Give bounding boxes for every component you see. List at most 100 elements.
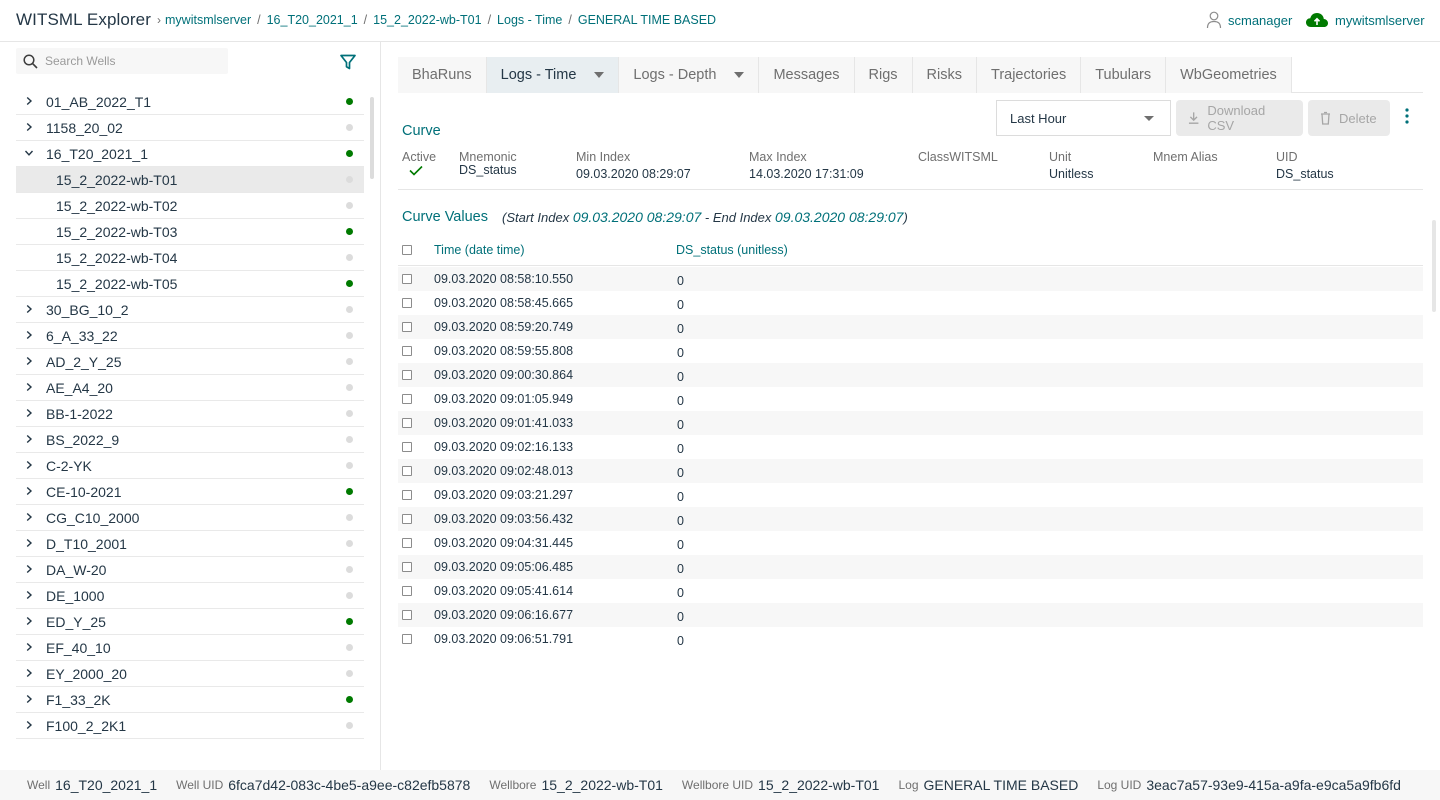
chevron-right-icon[interactable] [16, 485, 42, 499]
tab-tubulars[interactable]: Tubulars [1081, 57, 1167, 93]
chevron-right-icon[interactable] [16, 459, 42, 473]
filter-button[interactable] [339, 53, 357, 76]
wellbore-tree-item[interactable]: 15_2_2022-wb-T04 [16, 245, 364, 271]
row-checkbox[interactable] [402, 634, 412, 644]
wellbore-tree-item[interactable]: 15_2_2022-wb-T03 [16, 219, 364, 245]
tab-logs-depth[interactable]: Logs - Depth [619, 57, 760, 93]
table-row[interactable]: 09.03.2020 08:58:45.665 0 [398, 291, 1423, 315]
chevron-right-icon[interactable] [16, 511, 42, 525]
tab-logs-time[interactable]: Logs - Time [486, 57, 620, 93]
well-tree-item[interactable]: F1_33_2K [16, 687, 364, 713]
search-box[interactable] [16, 48, 228, 74]
breadcrumb-wellbore[interactable]: 15_2_2022-wb-T01 [373, 13, 481, 27]
table-row[interactable]: 09.03.2020 09:04:31.445 0 [398, 531, 1423, 555]
wellbore-tree-item[interactable]: 15_2_2022-wb-T01 [16, 167, 364, 193]
wellbore-tree-item[interactable]: 15_2_2022-wb-T05 [16, 271, 364, 297]
select-all-checkbox[interactable] [402, 245, 412, 255]
tab-risks[interactable]: Risks [912, 57, 977, 93]
download-csv-button[interactable]: Download CSV [1176, 100, 1303, 136]
breadcrumb-server[interactable]: mywitsmlserver [165, 13, 251, 27]
well-tree-item[interactable]: AD_2_Y_25 [16, 349, 364, 375]
search-input[interactable] [45, 54, 215, 68]
table-row[interactable]: 09.03.2020 08:59:20.749 0 [398, 315, 1423, 339]
table-row[interactable]: 09.03.2020 09:06:51.791 0 [398, 627, 1423, 651]
table-row[interactable]: 09.03.2020 09:05:06.485 0 [398, 555, 1423, 579]
table-row[interactable]: 09.03.2020 09:00:30.864 0 [398, 363, 1423, 387]
row-checkbox[interactable] [402, 490, 412, 500]
tab-bharuns[interactable]: BhaRuns [398, 57, 487, 93]
well-tree-item[interactable]: 16_T20_2021_1 [16, 141, 364, 167]
well-tree-item[interactable]: AE_A4_20 [16, 375, 364, 401]
time-range-select[interactable]: Last Hour [996, 100, 1171, 136]
table-row[interactable]: 09.03.2020 09:03:56.432 0 [398, 507, 1423, 531]
well-tree-item[interactable]: D_T10_2001 [16, 531, 364, 557]
tab-messages[interactable]: Messages [759, 57, 855, 93]
well-tree-item[interactable]: BB-1-2022 [16, 401, 364, 427]
chevron-right-icon[interactable] [16, 563, 42, 577]
well-tree-item[interactable]: BS_2022_9 [16, 427, 364, 453]
more-options-button[interactable] [1395, 100, 1419, 132]
row-checkbox[interactable] [402, 322, 412, 332]
chevron-right-icon[interactable] [16, 615, 42, 629]
chevron-right-icon[interactable] [16, 303, 42, 317]
wellbore-tree-item[interactable]: 15_2_2022-wb-T02 [16, 193, 364, 219]
breadcrumb-log[interactable]: GENERAL TIME BASED [578, 13, 716, 27]
delete-button[interactable]: Delete [1308, 100, 1390, 136]
chevron-right-icon[interactable] [16, 381, 42, 395]
well-tree-item[interactable]: CE-10-2021 [16, 479, 364, 505]
row-checkbox[interactable] [402, 394, 412, 404]
well-tree-item[interactable]: DA_W-20 [16, 557, 364, 583]
row-checkbox[interactable] [402, 466, 412, 476]
chevron-right-icon[interactable] [16, 693, 42, 707]
value-column-header[interactable]: DS_status (unitless) [676, 243, 788, 257]
table-row[interactable]: 09.03.2020 09:01:41.033 0 [398, 411, 1423, 435]
row-checkbox[interactable] [402, 586, 412, 596]
breadcrumb-object-group[interactable]: Logs - Time [497, 13, 562, 27]
well-tree-item[interactable]: ED_Y_25 [16, 609, 364, 635]
chevron-right-icon[interactable] [16, 329, 42, 343]
caret-down-icon[interactable] [594, 70, 605, 81]
table-row[interactable]: 09.03.2020 09:02:16.133 0 [398, 435, 1423, 459]
chevron-right-icon[interactable] [16, 589, 42, 603]
chevron-right-icon[interactable] [16, 433, 42, 447]
well-tree-item[interactable]: CG_C10_2000 [16, 505, 364, 531]
row-checkbox[interactable] [402, 562, 412, 572]
well-tree-item[interactable]: 6_A_33_22 [16, 323, 364, 349]
table-row[interactable]: 09.03.2020 09:01:05.949 0 [398, 387, 1423, 411]
row-checkbox[interactable] [402, 274, 412, 284]
row-checkbox[interactable] [402, 514, 412, 524]
table-row[interactable]: 09.03.2020 09:05:41.614 0 [398, 579, 1423, 603]
row-checkbox[interactable] [402, 610, 412, 620]
chevron-right-icon[interactable] [16, 121, 42, 135]
row-checkbox[interactable] [402, 418, 412, 428]
well-tree-item[interactable]: 30_BG_10_2 [16, 297, 364, 323]
row-checkbox[interactable] [402, 538, 412, 548]
table-row[interactable]: 09.03.2020 09:06:16.677 0 [398, 603, 1423, 627]
well-tree-item[interactable]: EF_40_10 [16, 635, 364, 661]
tab-trajectories[interactable]: Trajectories [977, 57, 1082, 93]
well-tree-item[interactable]: 01_AB_2022_T1 [16, 89, 364, 115]
table-row[interactable]: 09.03.2020 09:03:21.297 0 [398, 483, 1423, 507]
table-row[interactable]: 09.03.2020 09:02:48.013 0 [398, 459, 1423, 483]
chevron-right-icon[interactable] [16, 719, 42, 733]
row-checkbox[interactable] [402, 442, 412, 452]
time-column-header[interactable]: Time (date time) [434, 243, 525, 257]
row-checkbox[interactable] [402, 346, 412, 356]
row-checkbox[interactable] [402, 298, 412, 308]
chevron-right-icon[interactable] [16, 355, 42, 369]
well-tree-item[interactable]: C-2-YK [16, 453, 364, 479]
server-button[interactable]: mywitsmlserver [1305, 11, 1425, 29]
chevron-right-icon[interactable] [16, 537, 42, 551]
caret-down-icon[interactable] [734, 70, 745, 81]
table-row[interactable]: 09.03.2020 08:59:55.808 0 [398, 339, 1423, 363]
chevron-right-icon[interactable] [16, 641, 42, 655]
well-tree-item[interactable]: EY_2000_20 [16, 661, 364, 687]
row-checkbox[interactable] [402, 370, 412, 380]
table-row[interactable]: 09.03.2020 08:58:10.550 0 [398, 267, 1423, 291]
breadcrumb-well[interactable]: 16_T20_2021_1 [267, 13, 358, 27]
tab-wbgeometries[interactable]: WbGeometries [1166, 57, 1292, 93]
tab-rigs[interactable]: Rigs [854, 57, 913, 93]
well-tree-item[interactable]: 1158_20_02 [16, 115, 364, 141]
well-tree-item[interactable]: F100_2_2K1 [16, 713, 364, 739]
sidebar-scrollbar[interactable] [370, 97, 374, 179]
